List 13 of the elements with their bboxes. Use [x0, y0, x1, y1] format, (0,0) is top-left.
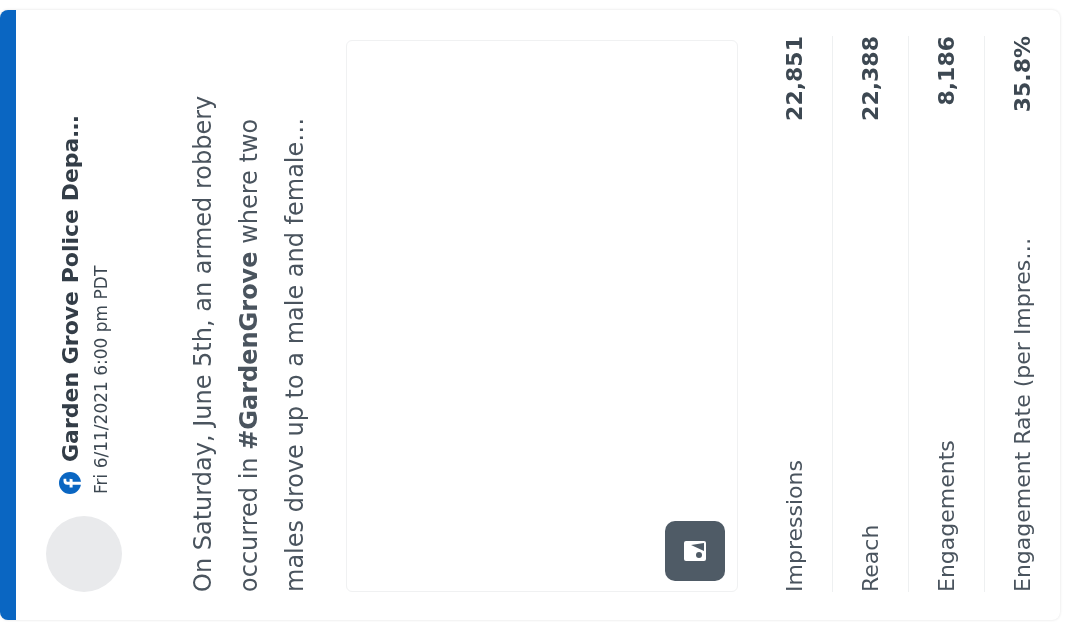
metric-label: Impressions	[782, 460, 807, 592]
author-name: Garden Grove Police Depa…	[57, 115, 83, 462]
metric-label: Engagement Rate (per Impres…	[1010, 237, 1035, 592]
metric-value: 8,186	[934, 36, 959, 106]
metric-label: Reach	[858, 524, 883, 592]
image-badge[interactable]	[665, 521, 725, 581]
metric-value: 35.8%	[1010, 36, 1035, 113]
metric-value: 22,851	[782, 36, 807, 121]
facebook-icon	[59, 472, 81, 494]
image-icon	[682, 538, 708, 564]
metric-value: 22,388	[858, 36, 883, 121]
post-date: Fri 6/11/2021 6:00 pm PDT	[90, 264, 111, 494]
metric-label: Engagements	[934, 440, 959, 592]
